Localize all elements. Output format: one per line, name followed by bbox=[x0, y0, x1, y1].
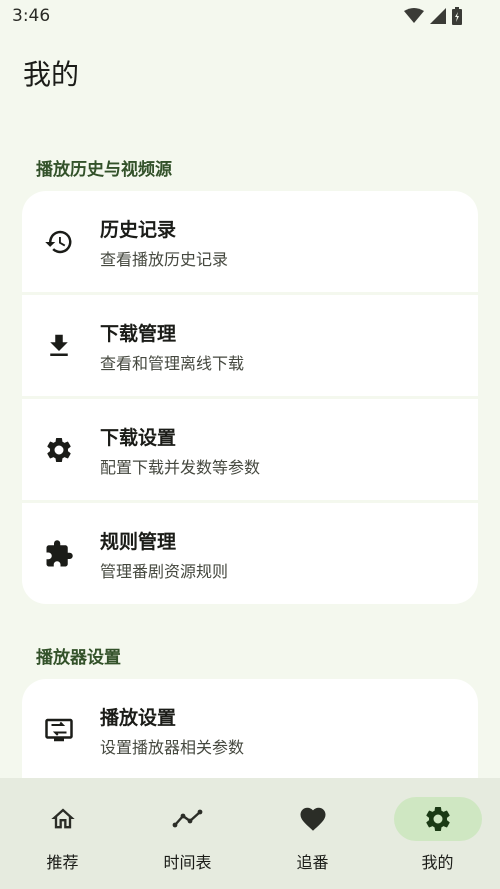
history-icon bbox=[44, 227, 74, 257]
timeline-icon bbox=[144, 797, 232, 841]
nav-item-schedule[interactable]: 时间表 bbox=[125, 778, 250, 889]
download-manager-card-title: 下载管理 bbox=[100, 323, 177, 345]
player-settings-card-subtitle: 设置播放器相关参数 bbox=[100, 738, 245, 757]
history-card-subtitle: 查看播放历史记录 bbox=[100, 250, 229, 269]
wifi-icon bbox=[404, 8, 424, 23]
history-source-card-group: 历史记录 查看播放历史记录 下载管理 查看和管理离线下载 下载设置 配置下载并发… bbox=[22, 191, 478, 604]
gear-icon bbox=[44, 435, 74, 465]
puzzle-icon bbox=[44, 539, 74, 569]
gear-icon bbox=[394, 797, 482, 841]
nav-label-mine: 我的 bbox=[421, 853, 454, 872]
download-settings-card[interactable]: 下载设置 配置下载并发数等参数 bbox=[22, 399, 478, 500]
rules-card-title: 规则管理 bbox=[100, 531, 177, 553]
nav-label-following: 追番 bbox=[296, 853, 329, 872]
player-settings-card[interactable]: 播放设置 设置播放器相关参数 bbox=[22, 679, 478, 789]
download-icon bbox=[44, 331, 74, 361]
battery-icon bbox=[452, 7, 462, 25]
nav-label-recommend: 推荐 bbox=[46, 853, 79, 872]
heart-icon bbox=[269, 797, 357, 841]
status-time: 3:46 bbox=[12, 6, 51, 26]
section-title-player: 播放器设置 bbox=[36, 648, 121, 668]
history-card[interactable]: 历史记录 查看播放历史记录 bbox=[22, 191, 478, 292]
home-icon bbox=[19, 797, 107, 841]
nav-item-following[interactable]: 追番 bbox=[250, 778, 375, 889]
section-title-history: 播放历史与视频源 bbox=[36, 160, 172, 180]
nav-label-schedule: 时间表 bbox=[163, 853, 212, 872]
status-bar: 3:46 bbox=[0, 0, 500, 34]
bottom-navigation: 推荐 时间表 追番 我的 bbox=[0, 778, 500, 889]
nav-item-recommend[interactable]: 推荐 bbox=[0, 778, 125, 889]
rules-card[interactable]: 规则管理 管理番剧资源规则 bbox=[22, 503, 478, 604]
download-settings-card-subtitle: 配置下载并发数等参数 bbox=[100, 458, 261, 477]
signal-icon bbox=[430, 8, 446, 24]
history-card-title: 历史记录 bbox=[100, 219, 177, 241]
rules-card-subtitle: 管理番剧资源规则 bbox=[100, 562, 229, 581]
status-icons bbox=[404, 7, 462, 25]
player-settings-card-title: 播放设置 bbox=[100, 707, 177, 729]
download-manager-card-subtitle: 查看和管理离线下载 bbox=[100, 354, 245, 373]
download-settings-card-title: 下载设置 bbox=[100, 427, 177, 449]
player-card-group: 播放设置 设置播放器相关参数 bbox=[22, 679, 478, 789]
nav-item-mine[interactable]: 我的 bbox=[375, 778, 500, 889]
player-settings-icon bbox=[44, 715, 74, 745]
download-manager-card[interactable]: 下载管理 查看和管理离线下载 bbox=[22, 295, 478, 396]
page-title: 我的 bbox=[23, 58, 80, 91]
